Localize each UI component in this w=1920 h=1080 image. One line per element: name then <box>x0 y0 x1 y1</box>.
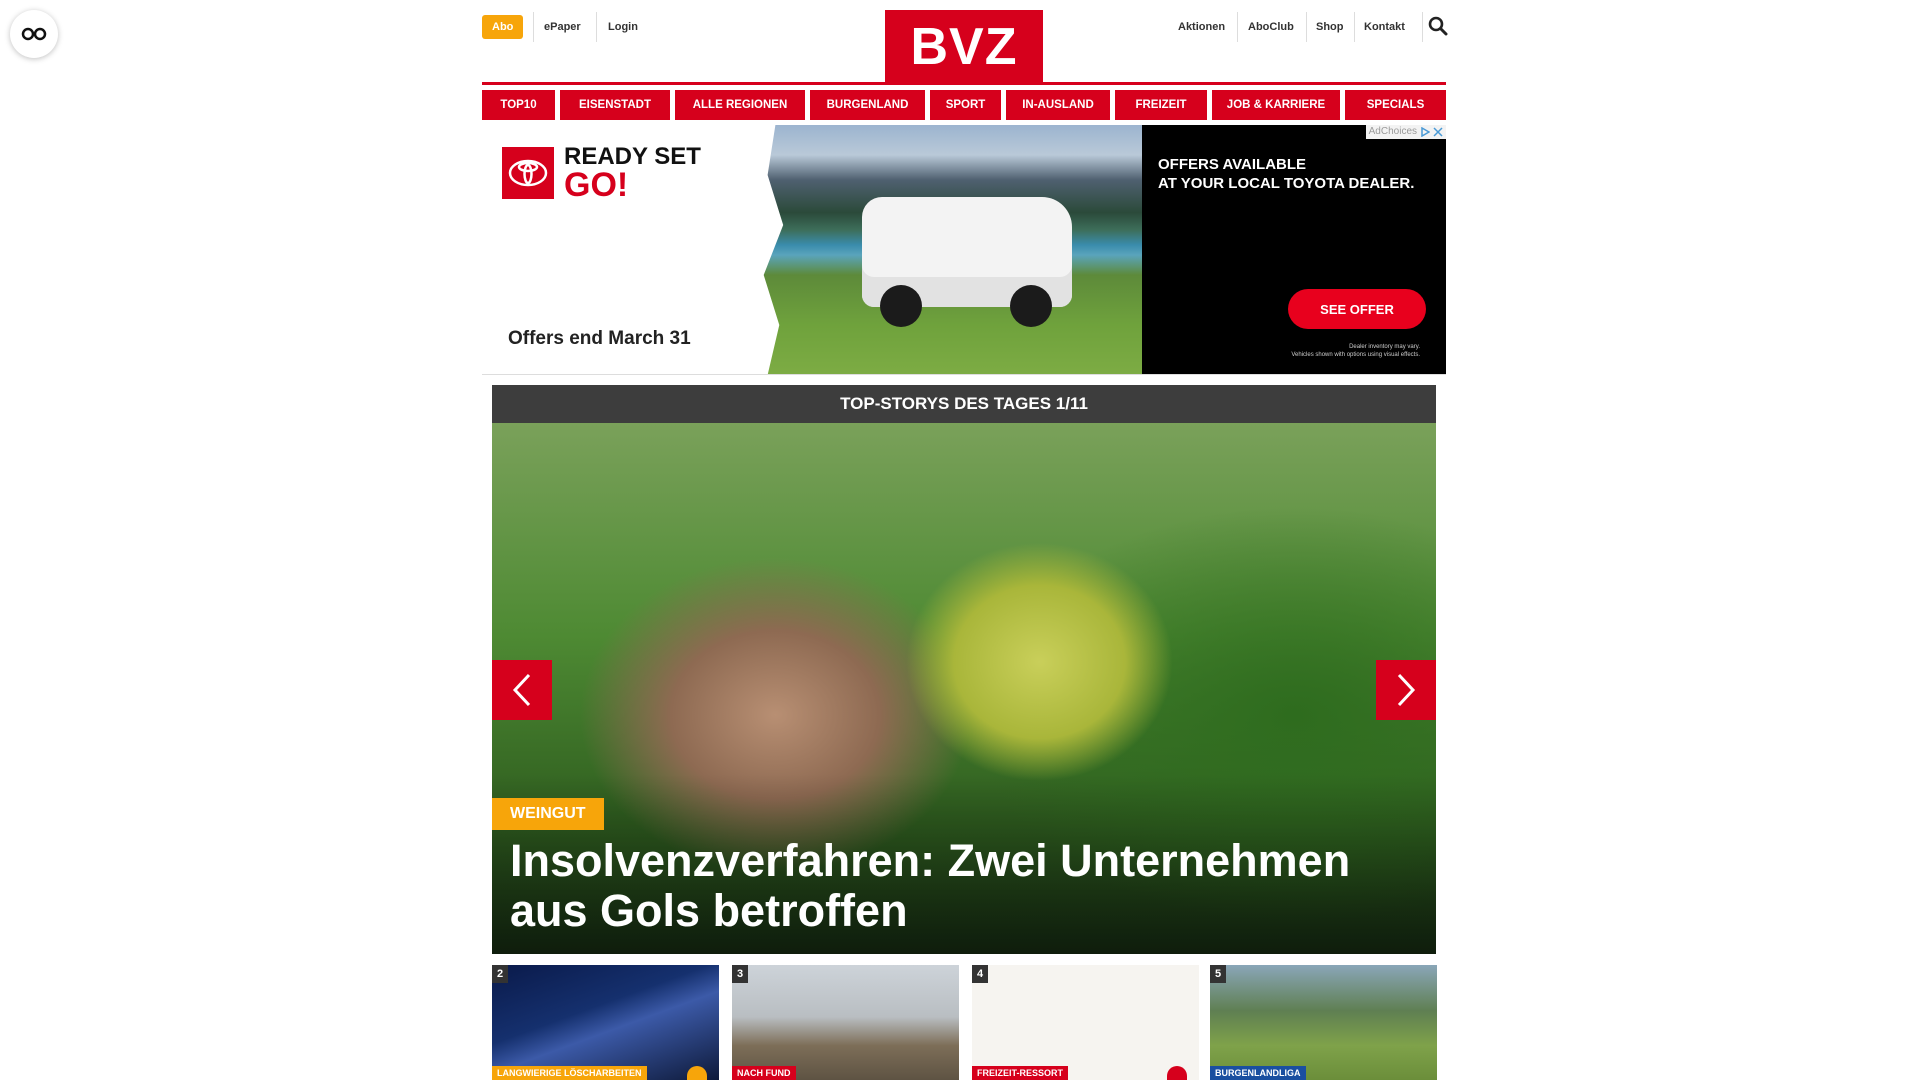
ad-offers-line1: OFFERS AVAILABLE <box>1158 156 1307 173</box>
see-offer-button[interactable]: SEE OFFER <box>1288 289 1426 329</box>
floating-glasses-button[interactable] <box>10 10 58 58</box>
hero-story[interactable]: WEINGUT Insolvenzverfahren: Zwei Unterne… <box>492 423 1436 954</box>
ad-suv-photo <box>763 125 1142 375</box>
prev-slide-button[interactable] <box>492 660 552 720</box>
search-button[interactable] <box>1428 16 1448 36</box>
header-divider <box>1306 12 1307 42</box>
chevron-right-icon <box>1397 673 1416 707</box>
header-divider <box>1354 12 1355 42</box>
ad-disclaimer-line1: Dealer inventory may vary. <box>1349 344 1420 350</box>
adchoices-icon <box>1421 127 1430 137</box>
story-number: 5 <box>1210 965 1226 983</box>
nav-item-top10[interactable]: TOP10 <box>482 90 555 120</box>
header-divider <box>596 12 597 42</box>
photo-gallery-icon <box>1167 1066 1187 1080</box>
ad-offers-line2: AT YOUR LOCAL TOYOTA DEALER. <box>1158 175 1415 192</box>
adchoices-badge[interactable]: AdChoices <box>1365 125 1446 139</box>
main-nav: TOP10 EISENSTADT ALLE REGIONEN BURGENLAN… <box>482 90 1446 120</box>
story-number: 4 <box>972 965 988 983</box>
header-rule <box>482 82 1446 85</box>
story-tag: NACH FUND <box>732 1066 796 1080</box>
ad-headline-line2: GO! <box>564 166 629 204</box>
aktionen-link[interactable]: Aktionen <box>1178 15 1225 39</box>
story-thumbnail[interactable]: 4 FREIZEIT-RESSORT <box>972 965 1199 1080</box>
ad-headline: READY SET GO! <box>564 145 701 204</box>
adchoices-label: AdChoices <box>1368 126 1417 137</box>
nav-item-alle-regionen[interactable]: ALLE REGIONEN <box>675 90 805 120</box>
ad-right-panel: OFFERS AVAILABLE AT YOUR LOCAL TOYOTA DE… <box>1142 125 1446 375</box>
login-link[interactable]: Login <box>608 15 638 39</box>
glasses-icon <box>21 27 47 41</box>
nav-item-job-karriere[interactable]: JOB & KARRIERE <box>1212 90 1340 120</box>
nav-item-sport[interactable]: SPORT <box>930 90 1001 120</box>
nav-item-in-ausland[interactable]: IN-AUSLAND <box>1006 90 1110 120</box>
nav-item-burgenland[interactable]: BURGENLAND <box>810 90 925 120</box>
story-thumbnail[interactable]: 5 BURGENLANDLIGA <box>1210 965 1437 1080</box>
ad-disclaimer: Dealer inventory may vary. Vehicles show… <box>1291 343 1420 359</box>
bvz-logo[interactable]: BVZ <box>885 10 1043 84</box>
header-divider <box>533 12 534 42</box>
story-tag: LANGWIERIGE LÖSCHARBEITEN <box>492 1066 647 1080</box>
toyota-logo-icon <box>502 147 554 199</box>
ad-divider <box>482 374 1446 375</box>
site-header: Abo ePaper Login BVZ Aktionen AboClub Sh… <box>482 0 1448 84</box>
search-icon <box>1428 16 1448 36</box>
ad-left-panel: READY SET GO! Offers end March 31 <box>482 125 757 375</box>
chevron-left-icon <box>512 673 531 707</box>
aboclub-link[interactable]: AboClub <box>1248 15 1294 39</box>
kontakt-link[interactable]: Kontakt <box>1364 15 1405 39</box>
wheel-shape <box>1010 285 1052 327</box>
ad-offer-end-text: Offers end March 31 <box>508 328 691 349</box>
shop-link[interactable]: Shop <box>1316 15 1344 39</box>
photo-gallery-icon <box>687 1066 707 1080</box>
toyota-ad-banner[interactable]: READY SET GO! Offers end March 31 OFFERS… <box>482 125 1446 375</box>
story-number: 3 <box>732 965 748 983</box>
nav-item-freizeit[interactable]: FREIZEIT <box>1115 90 1207 120</box>
hero-category-tag[interactable]: WEINGUT <box>492 798 604 830</box>
story-tag: FREIZEIT-RESSORT <box>972 1066 1069 1080</box>
next-slide-button[interactable] <box>1376 660 1436 720</box>
close-icon[interactable] <box>1433 127 1443 137</box>
hero-headline[interactable]: Insolvenzverfahren: Zwei Unternehmen aus… <box>510 836 1410 936</box>
wheel-shape <box>880 285 922 327</box>
abo-button[interactable]: Abo <box>482 15 524 39</box>
header-divider <box>1237 12 1238 42</box>
nav-item-eisenstadt[interactable]: EISENSTADT <box>560 90 670 120</box>
story-number: 2 <box>492 965 508 983</box>
nav-item-specials[interactable]: SPECIALS <box>1345 90 1446 120</box>
story-thumbnail[interactable]: 2 LANGWIERIGE LÖSCHARBEITEN <box>492 965 719 1080</box>
top-stories-heading: TOP-STORYS DES TAGES 1/11 <box>492 385 1436 423</box>
header-divider <box>1422 12 1423 42</box>
ad-offers-text: OFFERS AVAILABLE AT YOUR LOCAL TOYOTA DE… <box>1158 155 1414 193</box>
story-thumbnail[interactable]: 3 NACH FUND <box>732 965 959 1080</box>
ad-disclaimer-line2: Vehicles shown with options using visual… <box>1291 352 1420 358</box>
epaper-link[interactable]: ePaper <box>544 15 581 39</box>
story-tag: BURGENLANDLIGA <box>1210 1066 1306 1080</box>
